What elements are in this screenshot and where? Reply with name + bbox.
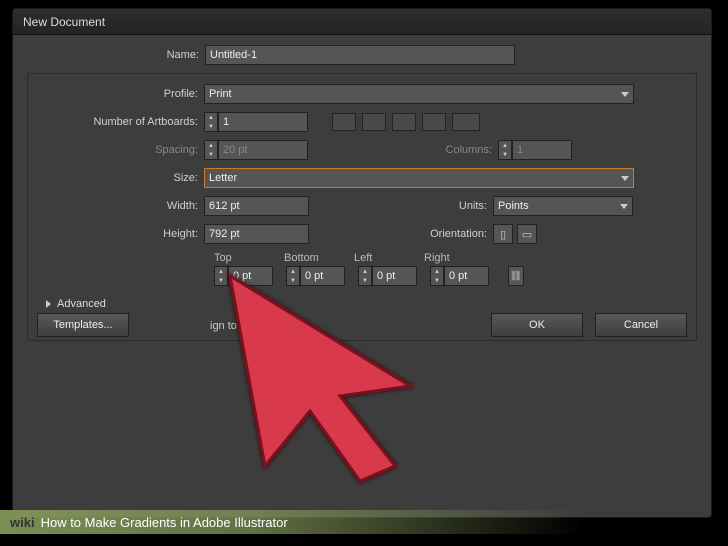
width-input[interactable]: [204, 196, 309, 216]
arrange-icon[interactable]: [392, 113, 416, 131]
bleed-bottom-header: Bottom: [284, 252, 354, 264]
orientation-portrait-button[interactable]: ▯: [493, 224, 513, 244]
arrange-icon[interactable]: [422, 113, 446, 131]
arrange-icon[interactable]: [452, 113, 480, 131]
artboards-stepper[interactable]: ▲▼: [204, 112, 308, 132]
profile-select[interactable]: Print: [204, 84, 634, 104]
columns-stepper: ▲▼: [498, 140, 572, 160]
orientation-landscape-button[interactable]: ▭: [517, 224, 537, 244]
artboards-label: Number of Artboards:: [36, 116, 204, 128]
spacing-input: [218, 140, 308, 160]
units-label: Units:: [309, 200, 493, 212]
wiki-brand: wiki: [10, 515, 35, 530]
bleed-headers: Top Bottom Left Right: [214, 252, 688, 264]
units-select[interactable]: Points: [493, 196, 633, 216]
orientation-label: Orientation:: [309, 228, 493, 240]
artboard-arrangement-icons: [332, 113, 480, 131]
arrange-icon[interactable]: [332, 113, 356, 131]
profile-value: Print: [209, 88, 232, 100]
arrange-icon[interactable]: [362, 113, 386, 131]
size-value: Letter: [209, 172, 237, 184]
columns-label: Columns:: [308, 144, 498, 156]
cancel-button[interactable]: Cancel: [595, 313, 687, 337]
ok-button[interactable]: OK: [491, 313, 583, 337]
wikihow-caption: wiki How to Make Gradients in Adobe Illu…: [0, 510, 728, 534]
size-select[interactable]: Letter: [204, 168, 634, 188]
chevron-down-icon: [621, 92, 629, 97]
bleed-right-header: Right: [424, 252, 494, 264]
units-value: Points: [498, 200, 529, 212]
size-label: Size:: [36, 172, 204, 184]
chevron-down-icon: [621, 176, 629, 181]
bleed-right-input[interactable]: [444, 266, 489, 286]
annotation-cursor-icon: [210, 266, 450, 486]
width-label: Width:: [36, 200, 204, 212]
link-icon[interactable]: ⛓: [508, 266, 524, 286]
spacing-stepper: ▲▼: [204, 140, 308, 160]
advanced-label: Advanced: [57, 298, 106, 310]
height-label: Height:: [36, 228, 204, 240]
columns-input: [512, 140, 572, 160]
templates-button[interactable]: Templates...: [37, 313, 129, 337]
wiki-title: How to Make Gradients in Adobe Illustrat…: [41, 515, 288, 530]
dialog-title: New Document: [13, 9, 711, 35]
height-input[interactable]: [204, 224, 309, 244]
profile-label: Profile:: [36, 88, 204, 100]
spacing-label: Spacing:: [36, 144, 204, 156]
name-label: Name:: [27, 49, 205, 61]
bleed-top-header: Top: [214, 252, 284, 264]
chevron-down-icon: [620, 204, 628, 209]
name-input[interactable]: [205, 45, 515, 65]
artboards-input[interactable]: [218, 112, 308, 132]
bleed-left-header: Left: [354, 252, 424, 264]
chevron-right-icon: [46, 300, 51, 308]
